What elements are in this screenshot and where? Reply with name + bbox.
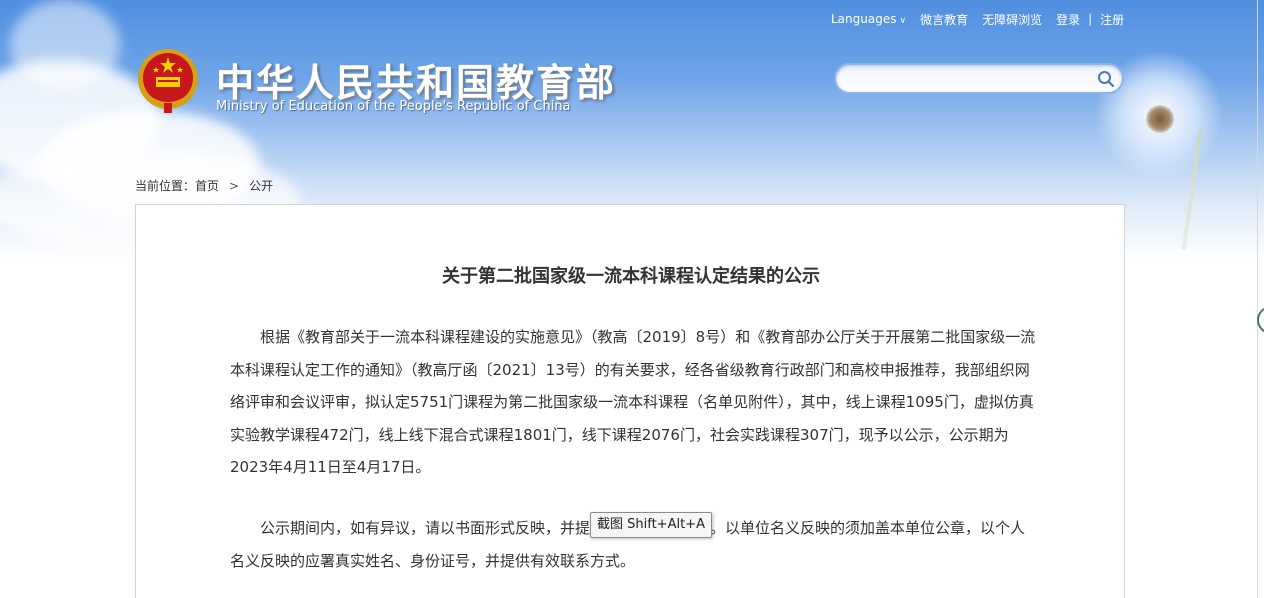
screenshot-tooltip: 截图 Shift+Alt+A: [590, 512, 712, 538]
article-paragraph-1: 根据《教育部关于一流本科课程建设的实施意见》（教高〔2019〕8号）和《教育部办…: [230, 328, 1036, 476]
search-box: [834, 63, 1124, 94]
breadcrumb-separator: >: [229, 179, 240, 193]
side-panel-handle[interactable]: [1257, 306, 1264, 334]
login-link[interactable]: 登录: [1056, 11, 1080, 28]
top-links: Languages ∨ 微言教育 无障碍浏览 登录 | 注册: [831, 11, 1124, 27]
search-icon[interactable]: [1097, 70, 1115, 88]
breadcrumb-prefix: 当前位置：: [135, 179, 196, 193]
breadcrumb-home-link[interactable]: 首页: [195, 179, 219, 193]
site-title-english: Ministry of Education of the People's Re…: [216, 99, 571, 114]
languages-dropdown[interactable]: Languages ∨: [831, 12, 906, 26]
search-input[interactable]: [848, 70, 1088, 88]
article-title: 关于第二批国家级一流本科课程认定结果的公示: [442, 266, 820, 287]
dandelion-core-decoration: [1146, 105, 1174, 133]
chevron-down-icon: ∨: [899, 16, 907, 26]
register-link[interactable]: 注册: [1100, 11, 1124, 28]
languages-label: Languages: [831, 12, 897, 26]
window-edge: [1257, 0, 1258, 598]
article-container: 关于第二批国家级一流本科课程认定结果的公示 根据《教育部关于一流本科课程建设的实…: [135, 204, 1125, 598]
breadcrumb: 当前位置：首页 > 公开: [135, 177, 273, 194]
cloud-decoration: [10, 0, 120, 90]
breadcrumb-current[interactable]: 公开: [249, 179, 273, 193]
link-separator: |: [1088, 12, 1093, 26]
accessible-browse-link[interactable]: 无障碍浏览: [982, 11, 1042, 28]
weiyan-link[interactable]: 微言教育: [920, 11, 968, 28]
national-emblem-icon[interactable]: [136, 47, 200, 115]
